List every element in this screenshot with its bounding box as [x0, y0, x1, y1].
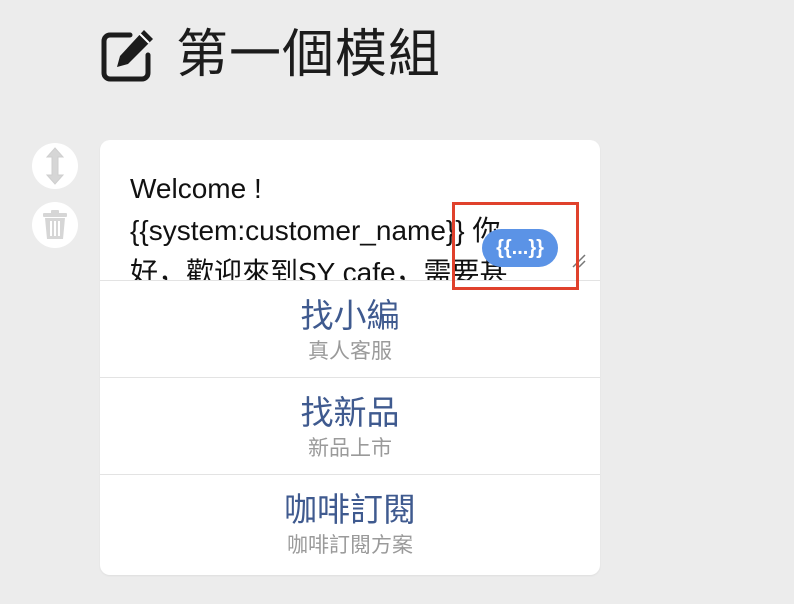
- button-sublabel: 新品上市: [308, 436, 392, 460]
- delete-button[interactable]: [32, 202, 78, 248]
- message-card: Welcome ! {{system:customer_name}} 你 好，歡…: [100, 140, 600, 575]
- quick-reply-button-3[interactable]: 咖啡訂閱 咖啡訂閱方案: [100, 475, 600, 572]
- button-sublabel: 真人客服: [308, 339, 392, 363]
- module-header: 第一個模組: [100, 22, 441, 88]
- button-sublabel: 咖啡訂閱方案: [287, 533, 413, 557]
- message-text-area[interactable]: Welcome ! {{system:customer_name}} 你 好，歡…: [100, 140, 600, 281]
- quick-reply-button-1[interactable]: 找小編 真人客服: [100, 281, 600, 378]
- button-label: 咖啡訂閱: [284, 490, 416, 529]
- move-handle[interactable]: [32, 143, 78, 189]
- button-label: 找小編: [300, 296, 400, 335]
- insert-variable-button[interactable]: {{...}}: [482, 229, 558, 267]
- module-title[interactable]: 第一個模組: [176, 22, 441, 88]
- vertical-arrows-icon: [45, 147, 65, 185]
- trash-icon: [43, 210, 67, 239]
- edit-icon[interactable]: [100, 27, 156, 83]
- button-label: 找新品: [300, 393, 400, 432]
- resize-handle-icon[interactable]: [570, 252, 586, 268]
- module-editor: 第一個模組 Welcome ! {{system:customer_name}}…: [0, 0, 794, 604]
- quick-reply-button-2[interactable]: 找新品 新品上市: [100, 378, 600, 475]
- message-line: Welcome !: [130, 173, 262, 204]
